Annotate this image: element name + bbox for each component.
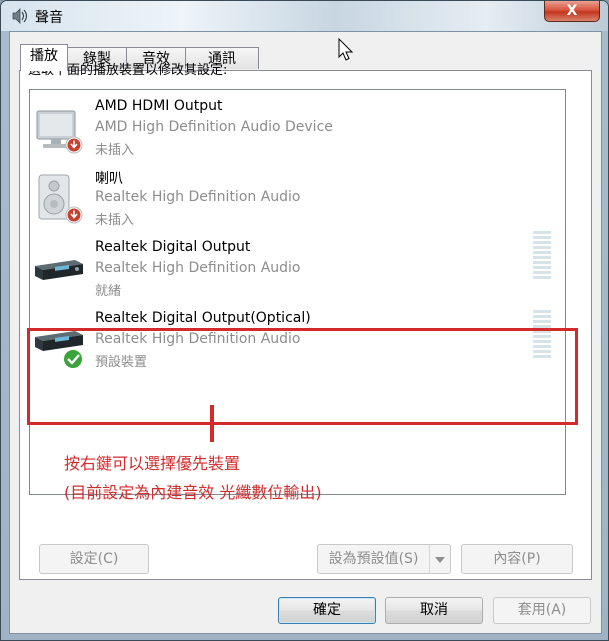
annotation-text-line2: (目前設定為內建音效 光纖數位輸出) [64,483,322,502]
configure-button[interactable]: 設定(C) [39,544,149,574]
cancel-button[interactable]: 取消 [385,597,483,624]
device-name: AMD HDMI Output [95,98,223,114]
device-item-realtek-digital[interactable]: Realtek Digital Output Realtek High Defi… [30,231,565,305]
tab-playback[interactable]: 播放 [20,44,68,71]
monitor-icon [36,110,83,154]
device-name: 喇叭 [95,171,123,187]
set-default-button[interactable]: 設為預設值(S) [317,544,430,574]
device-status: 未插入 [95,213,135,228]
set-default-dropdown[interactable] [429,544,451,574]
digital-receiver-icon [35,260,83,280]
device-description: Realtek High Definition Audio [95,189,301,205]
highlight-box [27,328,578,425]
highlight-pointer-line [210,405,214,442]
properties-button[interactable]: 內容(P) [461,544,573,574]
apply-button[interactable]: 套用(A) [493,597,591,624]
speaker-icon [38,174,83,224]
speaker-title-icon [12,8,28,24]
close-icon: X [566,3,578,19]
device-description: Realtek High Definition Audio [95,260,301,276]
close-button[interactable]: X [544,1,600,22]
device-status: 未插入 [95,143,135,158]
annotation-text-line1: 按右鍵可以選擇優先裝置 [64,454,241,473]
window-title: 聲音 [35,10,63,26]
title-bar[interactable]: 聲音 X [1,1,608,31]
device-name: Realtek Digital Output [95,239,251,255]
device-item-speakers[interactable]: 喇叭 Realtek High Definition Audio 未插入 [30,164,565,234]
device-status: 就緒 [95,284,122,299]
device-description: AMD High Definition Audio Device [95,119,333,135]
device-item-amd-hdmi[interactable]: AMD HDMI Output AMD High Definition Audi… [30,94,565,164]
tab-label: 播放 [30,48,58,64]
sound-dialog-window: 聲音 X 播放 錄製 音效 通訊 選取下面的播放裝置以修改其設定: AMD HD… [0,0,609,641]
ok-button[interactable]: 確定 [278,597,376,624]
device-name: Realtek Digital Output(Optical) [95,310,311,326]
chevron-down-icon [435,557,445,563]
volume-level-meter [533,231,551,285]
playback-device-list[interactable]: AMD HDMI Output AMD High Definition Audi… [29,89,566,495]
mouse-cursor-icon [338,38,354,61]
